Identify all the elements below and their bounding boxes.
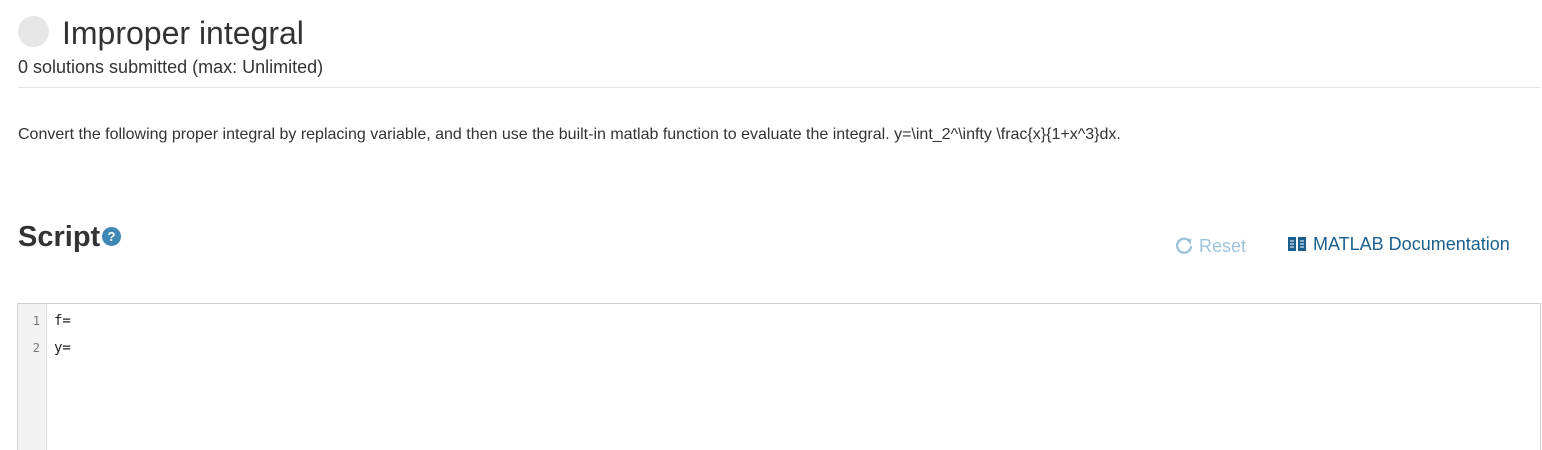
line-number-gutter: 1 2	[18, 304, 47, 450]
matlab-documentation-link[interactable]: MATLAB Documentation	[1287, 232, 1510, 256]
line-number: 2	[32, 341, 40, 355]
page-title: Improper integral	[62, 15, 304, 51]
reset-button[interactable]: Reset	[1174, 234, 1246, 258]
book-icon	[1287, 235, 1307, 253]
code-editor[interactable]: 1 2 f= y=	[17, 303, 1541, 450]
problem-description: Convert the following proper integral by…	[18, 126, 1121, 143]
script-heading: Script	[18, 221, 101, 253]
help-icon[interactable]: ?	[102, 227, 121, 246]
reset-label: Reset	[1199, 236, 1247, 256]
documentation-label: MATLAB Documentation	[1313, 234, 1510, 254]
code-line[interactable]: y=	[54, 340, 71, 356]
problem-page: Improper integral 0 solutions submitted …	[0, 0, 1542, 450]
code-line[interactable]: f=	[54, 313, 71, 329]
status-circle-icon	[18, 16, 49, 47]
line-number: 1	[32, 314, 40, 328]
header-divider	[18, 87, 1540, 88]
solutions-count: 0 solutions submitted (max: Unlimited)	[18, 57, 324, 77]
refresh-icon	[1174, 236, 1194, 256]
